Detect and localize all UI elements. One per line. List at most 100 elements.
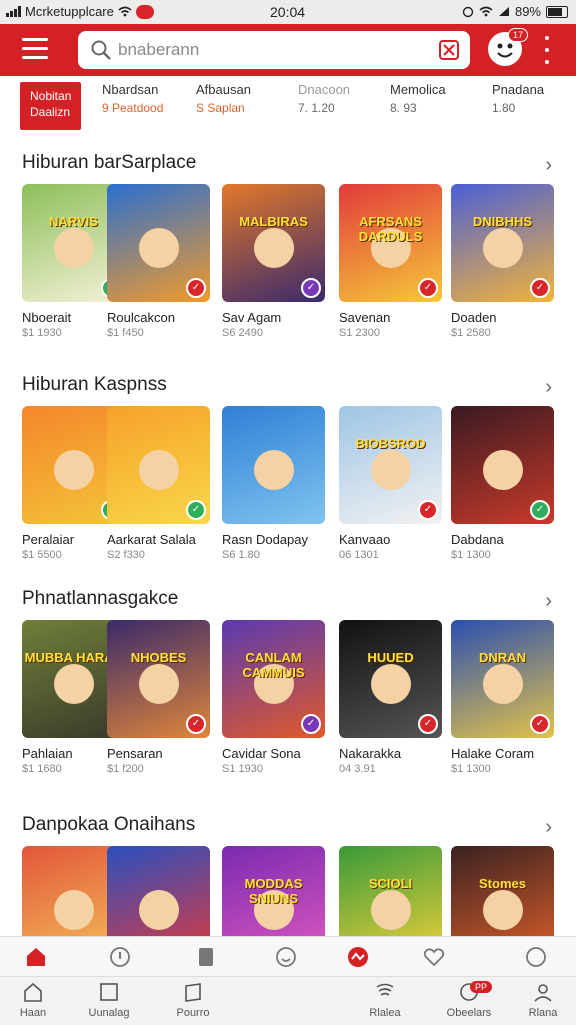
installed-check-icon: ✓ xyxy=(418,714,438,734)
character-illustration xyxy=(371,890,411,930)
game-meta: 04 3.91 xyxy=(339,763,376,775)
clipboard-icon[interactable] xyxy=(194,945,218,969)
game-tile[interactable]: DNIBHHS ✓ Doaden $1 2580 xyxy=(451,184,554,339)
category-tab-0[interactable]: Nobitan Daalizn xyxy=(20,82,82,130)
chevron-right-icon[interactable]: › xyxy=(545,154,552,177)
thumbnail-title: SCIOLI xyxy=(368,876,413,891)
game-title: Rasn Dodapay xyxy=(222,532,308,547)
game-meta: 06 1301 xyxy=(339,549,379,561)
game-tile[interactable] xyxy=(107,846,210,936)
game-thumbnail[interactable]: DNRAN ✓ xyxy=(451,620,554,738)
heart-icon[interactable] xyxy=(422,945,446,969)
game-thumbnail[interactable]: DNIBHHS ✓ xyxy=(451,184,554,302)
game-tile[interactable]: AFRSANS DARDULS ✓ Savenan S1 2300 xyxy=(339,184,442,339)
game-tile[interactable]: Stomes xyxy=(451,846,554,936)
avatar[interactable]: 17 xyxy=(488,28,529,66)
game-thumbnail[interactable]: HUUED ✓ xyxy=(339,620,442,738)
game-thumbnail[interactable]: Stomes xyxy=(451,846,554,936)
nav-item-messages[interactable]: Obeelars PP xyxy=(434,981,504,1019)
category-sublabel: Daalizn xyxy=(30,105,71,119)
thumbnail-title: Stomes xyxy=(479,876,526,891)
game-thumbnail[interactable]: ✓ xyxy=(107,406,210,524)
game-thumbnail[interactable]: CANLAM CAMMUIS ✓ xyxy=(222,620,325,738)
category-strip: Nobitan Daalizn Nbardsan 9 Peatdood Afba… xyxy=(0,78,576,138)
category-tab-4[interactable]: Memolica 8. 93 xyxy=(390,82,446,130)
game-tile[interactable]: HUUED ✓ Nakarakka 04 3.91 xyxy=(339,620,442,775)
game-thumbnail[interactable]: NHOBES ✓ xyxy=(107,620,210,738)
chevron-right-icon[interactable]: › xyxy=(545,590,552,613)
category-sublabel: S Saplan xyxy=(196,101,245,115)
nav-label: Obeelars xyxy=(446,1007,492,1019)
game-meta: $1 1300 xyxy=(451,763,491,775)
chevron-right-icon[interactable]: › xyxy=(545,816,552,839)
game-tile[interactable]: NHOBES ✓ Pensaran $1 f200 xyxy=(107,620,210,775)
game-tile[interactable]: BIOBSROD ✓ Kanvaao 06 1301 xyxy=(339,406,442,561)
game-tile[interactable]: MODDAS SNIUNS xyxy=(222,846,325,936)
game-tile[interactable]: DNRAN ✓ Halake Coram $1 1300 xyxy=(451,620,554,775)
smile-icon[interactable] xyxy=(274,945,298,969)
nav-item-feed[interactable]: Rlalea xyxy=(350,981,420,1019)
nav-item-profile[interactable]: Rlana xyxy=(508,981,576,1019)
nav-item-store[interactable]: Pourro xyxy=(158,981,228,1019)
character-illustration xyxy=(483,664,523,704)
character-illustration xyxy=(139,664,179,704)
nav-item-home[interactable]: Haan xyxy=(0,981,68,1019)
character-illustration xyxy=(54,228,94,268)
search-input[interactable]: bnaberann xyxy=(118,40,438,60)
carrier-name: Mcrketupplcare xyxy=(25,4,114,19)
game-thumbnail[interactable]: AFRSANS DARDULS ✓ xyxy=(339,184,442,302)
game-title: Halake Coram xyxy=(451,746,535,761)
game-title: Aarkarat Salala xyxy=(107,532,196,547)
game-title: Savenan xyxy=(339,310,391,325)
game-tile[interactable]: MALBIRAS ✓ Sav Agam S6 2490 xyxy=(222,184,325,339)
game-tile[interactable]: ✓ Aarkarat Salala S2 f330 xyxy=(107,406,210,561)
chat-icon[interactable] xyxy=(524,945,548,969)
game-thumbnail[interactable]: BIOBSROD ✓ xyxy=(339,406,442,524)
more-options-icon[interactable] xyxy=(542,36,552,64)
battery-percent: 89% xyxy=(514,4,541,19)
chevron-right-icon[interactable]: › xyxy=(545,376,552,399)
game-thumbnail[interactable]: ✓ xyxy=(107,184,210,302)
thumbnail-title: HUUED xyxy=(367,650,414,665)
game-tile[interactable]: ✓ Dabdana $1 1300 xyxy=(451,406,554,561)
game-tile[interactable]: SCIOLI xyxy=(339,846,442,936)
game-thumbnail[interactable]: ✓ xyxy=(451,406,554,524)
category-sublabel: 8. 93 xyxy=(390,101,417,115)
activity-icon[interactable] xyxy=(346,945,370,969)
thumbnail-title: AFRSANS DARDULS xyxy=(358,214,423,244)
wifi-icon xyxy=(118,6,132,17)
game-thumbnail[interactable]: MALBIRAS ✓ xyxy=(222,184,325,302)
category-tab-3[interactable]: Dnacoon 7. 1.20 xyxy=(298,82,350,130)
game-tile[interactable]: ✓ Roulcakcon $1 f450 xyxy=(107,184,210,339)
game-thumbnail[interactable]: SCIOLI xyxy=(339,846,442,936)
status-time: 20:04 xyxy=(270,4,306,20)
menu-button[interactable] xyxy=(22,38,48,60)
game-title: Dabdana xyxy=(451,532,504,547)
thumbnail-title: BIOBSROD xyxy=(355,436,426,451)
game-tile[interactable]: CANLAM CAMMUIS ✓ Cavidar Sona S1 1930 xyxy=(222,620,325,775)
compass-icon[interactable] xyxy=(108,945,132,969)
category-tab-1[interactable]: Nbardsan 9 Peatdood xyxy=(102,82,163,130)
category-tab-2[interactable]: Afbausan S Saplan xyxy=(196,82,251,130)
category-tab-5[interactable]: Pnadana 1.80 xyxy=(492,82,544,130)
category-sublabel: 9 Peatdood xyxy=(102,101,164,115)
installed-check-icon: ✓ xyxy=(186,714,206,734)
character-illustration xyxy=(483,890,523,930)
home-icon[interactable] xyxy=(24,945,48,969)
game-thumbnail[interactable]: MODDAS SNIUNS xyxy=(222,846,325,936)
game-meta: $1 1300 xyxy=(451,549,491,561)
store-icon xyxy=(185,983,201,1002)
search-bar[interactable]: bnaberann xyxy=(78,31,470,69)
game-thumbnail[interactable] xyxy=(107,846,210,936)
game-title: Kanvaao xyxy=(339,532,391,547)
search-icon xyxy=(91,40,111,60)
game-meta: S2 f330 xyxy=(107,549,145,561)
installed-check-icon: ✓ xyxy=(301,278,321,298)
character-illustration xyxy=(54,450,94,490)
battery-icon xyxy=(546,5,568,18)
game-tile[interactable]: Rasn Dodapay S6 1.80 xyxy=(222,406,325,561)
nav-item-library[interactable]: Uunalag xyxy=(74,981,144,1019)
game-thumbnail[interactable] xyxy=(222,406,325,524)
status-bar: Mcrketupplcare 20:04 89% xyxy=(0,0,576,24)
clear-search-icon[interactable] xyxy=(438,39,460,61)
